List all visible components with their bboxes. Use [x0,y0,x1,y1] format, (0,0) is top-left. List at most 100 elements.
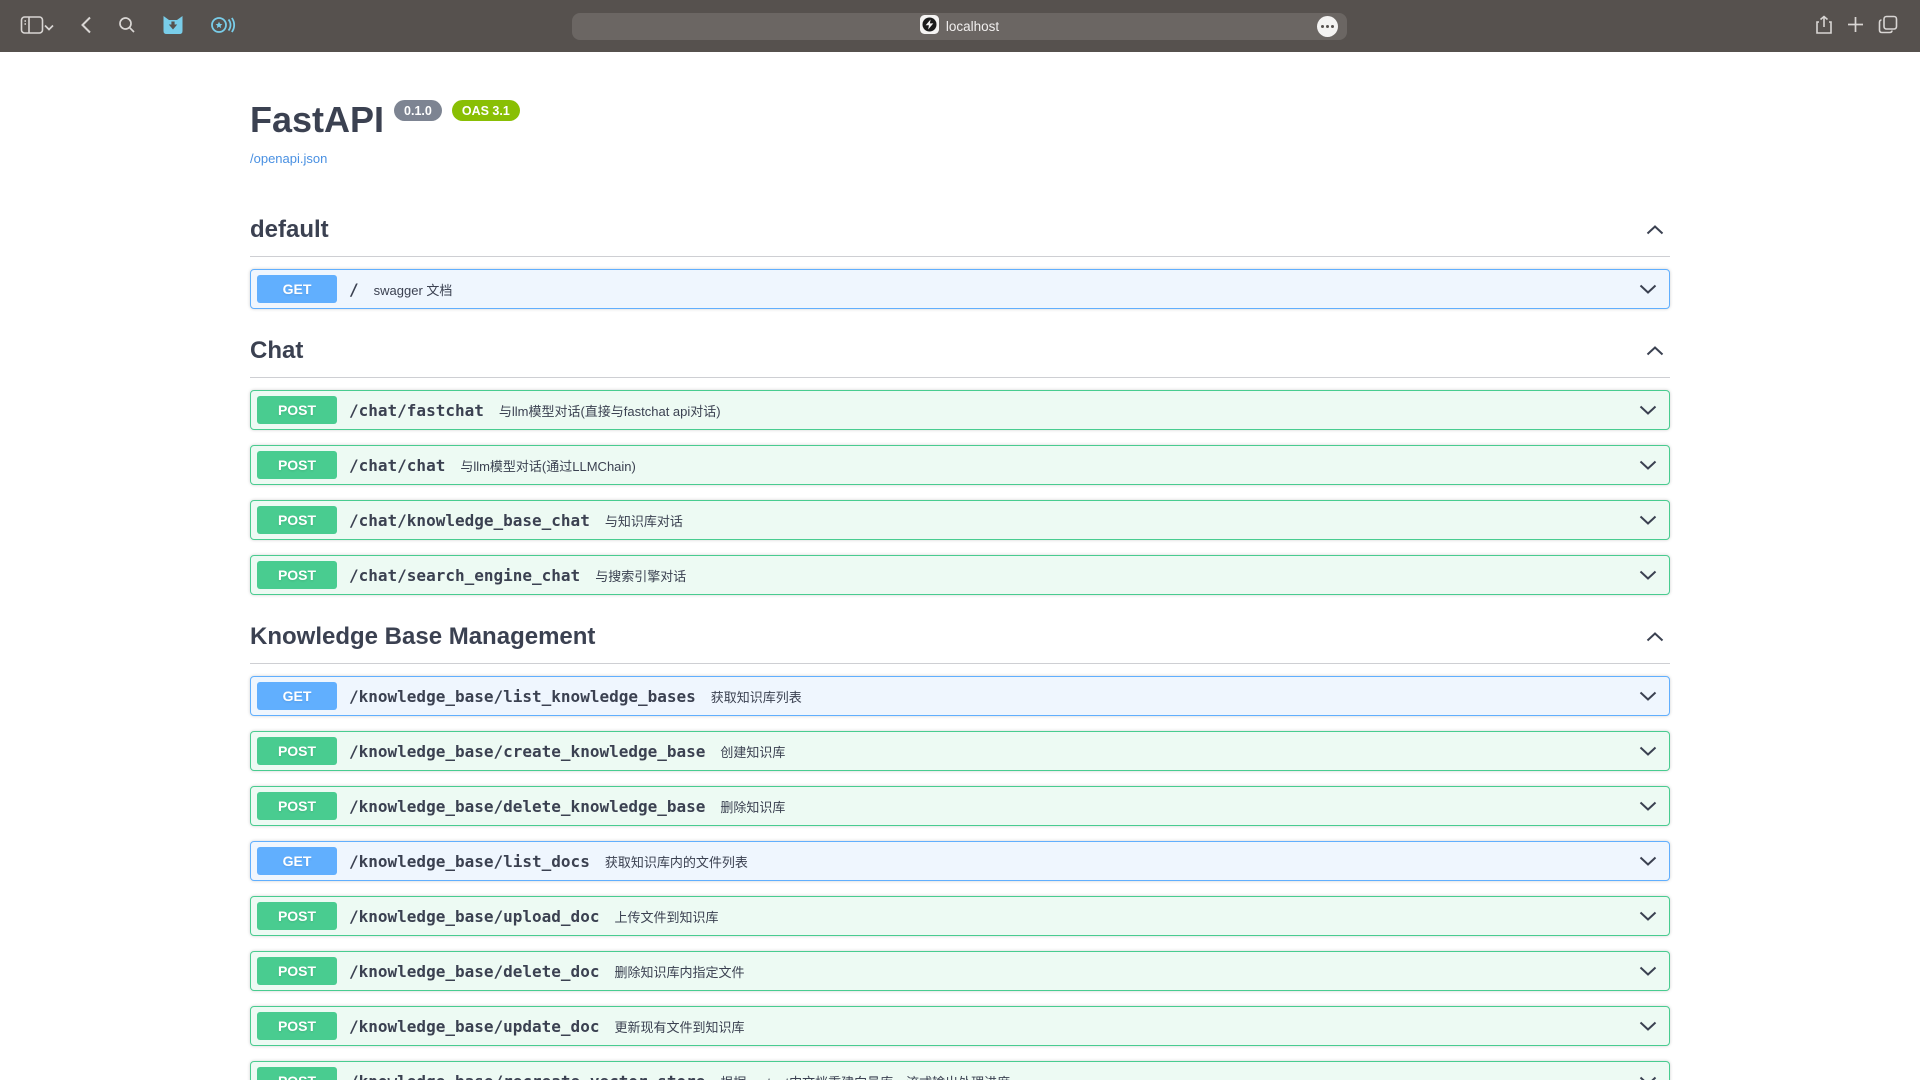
shield-extension-button[interactable] [162,10,184,42]
version-badge: 0.1.0 [394,100,442,121]
method-badge: POST [257,451,337,479]
api-sections: default GET / swagger 文档 Chat [250,216,1670,1080]
endpoint-path: /knowledge_base/create_knowledge_base [349,742,705,761]
endpoint-description: 与知识库对话 [605,511,683,530]
endpoint-expand-button[interactable] [1639,458,1657,473]
sidebar-toggle-button[interactable] [20,10,44,42]
endpoint-row[interactable]: POST /knowledge_base/delete_doc 删除知识库内指定… [250,951,1670,991]
endpoint-expand-button[interactable] [1639,568,1657,583]
chevron-up-icon [1646,630,1664,645]
chevron-up-icon [1646,223,1664,238]
method-badge: POST [257,737,337,765]
chevron-down-icon [1639,513,1657,528]
chevron-down-icon [1639,568,1657,583]
endpoint-description: 获取知识库列表 [711,687,802,706]
new-tab-button[interactable] [1847,10,1864,42]
endpoint-path: /knowledge_base/list_knowledge_bases [349,687,696,706]
endpoint-expand-button[interactable] [1639,744,1657,759]
endpoint-row[interactable]: POST /knowledge_base/update_doc 更新现有文件到知… [250,1006,1670,1046]
endpoint-expand-button[interactable] [1639,1074,1657,1080]
endpoint-row[interactable]: POST /chat/fastchat 与llm模型对话(直接与fastchat… [250,390,1670,430]
endpoint-row[interactable]: POST /chat/knowledge_base_chat 与知识库对话 [250,500,1670,540]
api-section: Chat POST /chat/fastchat 与llm模型对话(直接与fas… [250,337,1670,595]
sidebar-menu-chevron-button[interactable] [44,10,54,42]
section-endpoints: POST /chat/fastchat 与llm模型对话(直接与fastchat… [250,390,1670,595]
endpoint-row[interactable]: POST /knowledge_base/create_knowledge_ba… [250,731,1670,771]
browser-toolbar: localhost [0,0,1920,52]
section-collapse-button[interactable] [1640,344,1670,359]
endpoint-expand-button[interactable] [1639,689,1657,704]
endpoint-description: swagger 文档 [374,280,453,299]
chevron-down-icon [1639,1074,1657,1080]
shield-extension-icon [162,15,184,38]
endpoint-expand-button[interactable] [1639,799,1657,814]
method-badge: GET [257,847,337,875]
section-collapse-button[interactable] [1640,630,1670,645]
endpoint-row[interactable]: POST /knowledge_base/delete_knowledge_ba… [250,786,1670,826]
method-badge: POST [257,792,337,820]
endpoint-description: 创建知识库 [720,742,785,761]
share-icon [1815,15,1833,38]
endpoint-expand-button[interactable] [1639,1019,1657,1034]
section-title: default [250,216,329,244]
endpoint-row[interactable]: GET /knowledge_base/list_knowledge_bases… [250,676,1670,716]
chevron-down-icon [1639,909,1657,924]
chevron-down-icon [1639,689,1657,704]
tab-overview-icon [1878,15,1898,37]
section-endpoints: GET /knowledge_base/list_knowledge_bases… [250,676,1670,1080]
endpoint-description: 与llm模型对话(通过LLMChain) [460,456,636,475]
section-title: Chat [250,337,303,365]
page-menu-button[interactable] [1317,16,1338,37]
endpoint-path: /knowledge_base/update_doc [349,1017,599,1036]
chevron-up-icon [1646,344,1664,359]
chevron-down-icon [1639,854,1657,869]
method-badge: GET [257,682,337,710]
endpoint-row[interactable]: POST /chat/chat 与llm模型对话(通过LLMChain) [250,445,1670,485]
method-badge: POST [257,1012,337,1040]
share-button[interactable] [1815,10,1833,42]
section-collapse-button[interactable] [1640,223,1670,238]
endpoint-expand-button[interactable] [1639,282,1657,297]
method-badge: POST [257,902,337,930]
endpoint-description: 与llm模型对话(直接与fastchat api对话) [499,401,721,420]
broadcast-extension-button[interactable] [210,10,236,42]
endpoint-expand-button[interactable] [1639,513,1657,528]
endpoint-path: /knowledge_base/delete_knowledge_base [349,797,705,816]
api-section: Knowledge Base Management GET /knowledge… [250,623,1670,1080]
method-badge: POST [257,957,337,985]
endpoint-path: /knowledge_base/list_docs [349,852,590,871]
search-icon [118,16,136,37]
chevron-down-icon [44,19,54,34]
chevron-down-icon [1639,282,1657,297]
method-badge: GET [257,275,337,303]
section-title: Knowledge Base Management [250,623,595,651]
endpoint-row[interactable]: POST /knowledge_base/upload_doc 上传文件到知识库 [250,896,1670,936]
endpoint-expand-button[interactable] [1639,909,1657,924]
endpoint-path: /chat/search_engine_chat [349,566,580,585]
swagger-page: FastAPI0.1.0OAS 3.1 /openapi.json defaul… [250,52,1670,1080]
endpoint-description: 删除知识库内指定文件 [614,962,744,981]
back-button[interactable] [80,10,92,42]
search-button[interactable] [118,10,136,42]
chevron-down-icon [1639,403,1657,418]
endpoint-row[interactable]: POST /knowledge_base/recreate_vector_sto… [250,1061,1670,1080]
endpoint-expand-button[interactable] [1639,964,1657,979]
openapi-json-link[interactable]: /openapi.json [250,151,327,166]
sidebar-icon [20,15,44,38]
method-badge: POST [257,1067,337,1080]
endpoint-path: /knowledge_base/recreate_vector_store [349,1072,705,1080]
broadcast-extension-icon [210,15,236,38]
url-bar[interactable]: localhost [572,13,1347,40]
endpoint-expand-button[interactable] [1639,403,1657,418]
endpoint-description: 删除知识库 [720,797,785,816]
endpoint-row[interactable]: GET /knowledge_base/list_docs 获取知识库内的文件列… [250,841,1670,881]
endpoint-description: 与搜索引擎对话 [595,566,686,585]
endpoint-row[interactable]: GET / swagger 文档 [250,269,1670,309]
method-badge: POST [257,506,337,534]
endpoint-expand-button[interactable] [1639,854,1657,869]
tab-overview-button[interactable] [1878,10,1898,42]
endpoint-path: /chat/chat [349,456,445,475]
oas-badge: OAS 3.1 [452,100,520,121]
url-host-text: localhost [946,19,999,34]
endpoint-row[interactable]: POST /chat/search_engine_chat 与搜索引擎对话 [250,555,1670,595]
